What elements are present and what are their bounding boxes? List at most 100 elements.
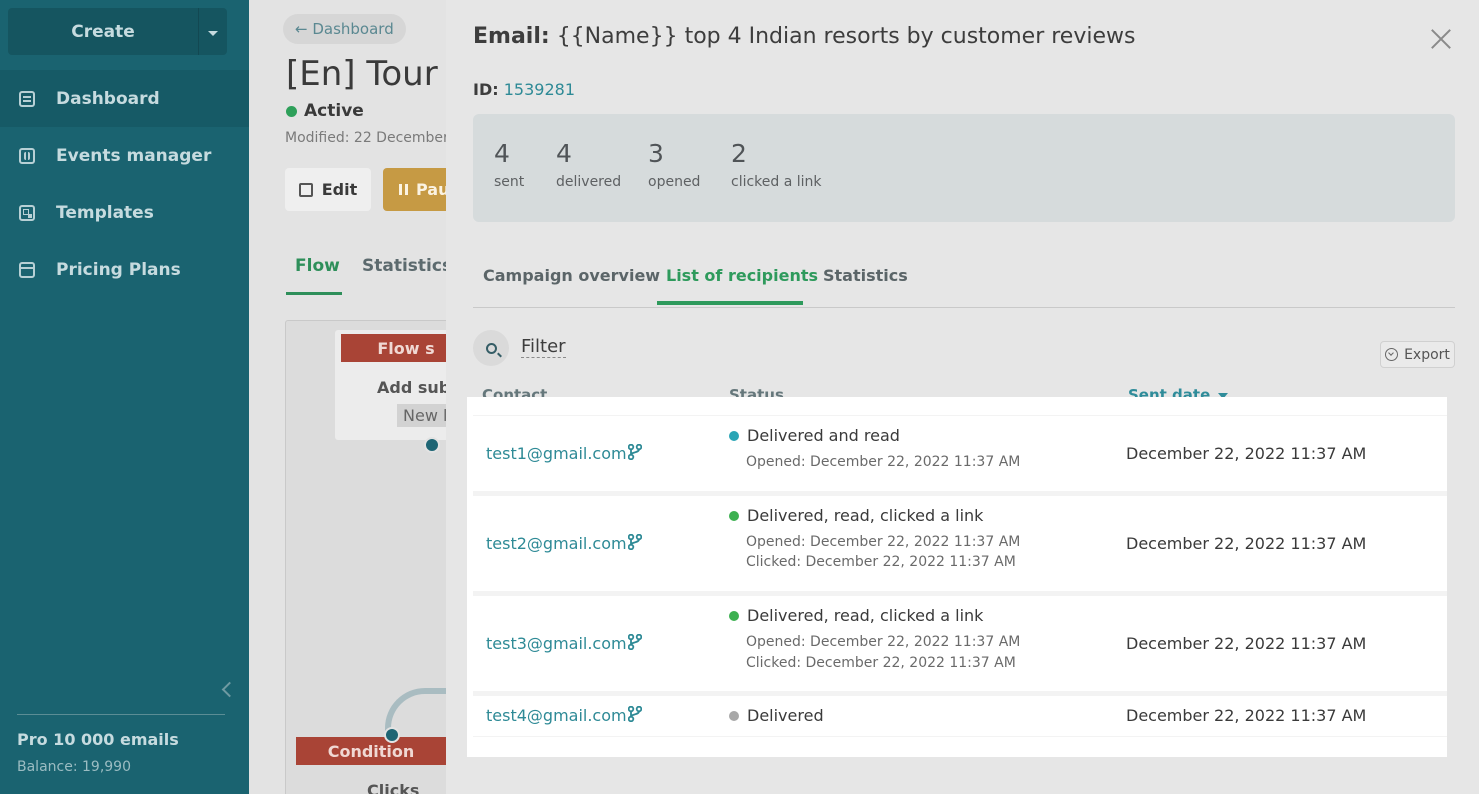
sidebar-item-events-manager[interactable]: Events manager — [0, 127, 249, 184]
stat-value: 3 — [648, 139, 664, 168]
stat-label: clicked a link — [731, 174, 822, 190]
modified-date: Modified: 22 December 2 — [285, 130, 446, 146]
branch-icon[interactable] — [628, 706, 642, 722]
modal-title-prefix: Email: — [473, 24, 550, 49]
filter-toggle[interactable]: Filter — [521, 337, 566, 358]
stat-opened: 3 opened — [648, 139, 701, 191]
clicked-date: Clicked: December 22, 2022 11:37 AM — [746, 655, 1016, 671]
status-label: Delivered, read, clicked a link — [747, 506, 984, 525]
page-title: [En] Tour — [286, 54, 438, 94]
export-button-label: Export — [1404, 346, 1450, 363]
status-label: Delivered — [747, 706, 824, 725]
collapse-sidebar-chevron-icon[interactable] — [221, 681, 238, 698]
tab-active-indicator — [657, 301, 803, 305]
modal-title: Email: {{Name}} top 4 Indian resorts by … — [473, 24, 1135, 49]
breadcrumb-back-link[interactable]: ← Dashboard — [283, 14, 406, 44]
recipient-email-link[interactable]: test3@gmail.com — [486, 634, 627, 653]
stat-value: 2 — [731, 139, 747, 168]
stat-value: 4 — [494, 139, 510, 168]
status-cell: Delivered and read — [729, 426, 900, 445]
plan-balance: Balance: 19,990 — [17, 759, 131, 775]
condition-node-header[interactable]: Condition — [296, 737, 446, 765]
sidebar-item-dashboard[interactable]: Dashboard — [0, 70, 249, 127]
opened-date: Opened: December 22, 2022 11:37 AM — [746, 534, 1021, 550]
sidebar-item-label: Dashboard — [56, 88, 160, 109]
stat-label: sent — [494, 174, 525, 190]
status-label: Active — [304, 101, 364, 121]
export-button[interactable]: Export — [1380, 341, 1455, 368]
flow-start-text: Add subs — [377, 378, 446, 397]
search-icon — [485, 342, 497, 354]
create-button-group: Create — [8, 8, 227, 55]
tab-flow[interactable]: Flow — [295, 256, 340, 276]
status-cell: Delivered, read, clicked a link — [729, 506, 983, 525]
edit-icon — [298, 182, 313, 197]
dashboard-icon — [19, 90, 35, 107]
events-icon — [19, 147, 35, 164]
pause-button-label: Pau — [416, 180, 446, 199]
background-page: ← Dashboard [En] Tour Active Modified: 2… — [249, 0, 446, 794]
sidebar-item-label: Events manager — [56, 145, 212, 166]
stat-label: opened — [648, 174, 701, 190]
sidebar-item-pricing-plans[interactable]: Pricing Plans — [0, 241, 249, 298]
download-icon — [1385, 348, 1399, 361]
branch-icon[interactable] — [628, 534, 642, 550]
tab-active-indicator — [286, 292, 342, 295]
status-dot-icon — [729, 610, 739, 621]
sent-date: December 22, 2022 11:37 AM — [1126, 534, 1367, 553]
sidebar: Create Dashboard Events manager Template… — [0, 0, 249, 794]
status-label: Delivered, read, clicked a link — [747, 606, 984, 625]
sidebar-item-templates[interactable]: Templates — [0, 184, 249, 241]
sidebar-item-label: Templates — [56, 202, 154, 223]
flow-start-header: Flow s — [341, 334, 446, 362]
wallet-icon — [19, 261, 35, 278]
create-button[interactable]: Create — [8, 8, 198, 55]
modal-title-text: {{Name}} top 4 Indian resorts by custome… — [556, 24, 1136, 49]
stat-label: delivered — [556, 174, 622, 190]
condition-node-text: Clicks — [367, 781, 420, 794]
edit-button[interactable]: Edit — [285, 168, 371, 211]
sent-date: December 22, 2022 11:37 AM — [1126, 706, 1367, 725]
status-cell: Delivered, read, clicked a link — [729, 606, 983, 625]
chevron-down-icon[interactable] — [198, 8, 227, 55]
recipient-email-link[interactable]: test2@gmail.com — [486, 534, 627, 553]
stat-value: 4 — [556, 139, 572, 168]
recipient-email-link[interactable]: test4@gmail.com — [486, 706, 627, 725]
sent-date: December 22, 2022 11:37 AM — [1126, 444, 1367, 463]
stat-delivered: 4 delivered — [556, 139, 622, 191]
campaign-id: ID: 1539281 — [473, 80, 575, 99]
branch-icon[interactable] — [628, 634, 642, 650]
close-icon[interactable] — [1430, 28, 1452, 50]
status-dot-icon — [286, 105, 297, 117]
opened-date: Opened: December 22, 2022 11:37 AM — [746, 634, 1021, 650]
status-dot-icon — [729, 430, 739, 441]
tab-campaign-overview[interactable]: Campaign overview — [483, 266, 660, 285]
tab-statistics[interactable]: Statistics — [823, 266, 908, 285]
sent-date: December 22, 2022 11:37 AM — [1126, 634, 1367, 653]
flow-start-tag: New l — [397, 404, 446, 427]
tab-list-of-recipients[interactable]: List of recipients — [666, 266, 818, 285]
node-connector[interactable] — [384, 727, 400, 743]
stat-clicked: 2 clicked a link — [731, 139, 822, 191]
node-connector[interactable] — [424, 437, 440, 453]
table-row: test1@gmail.com Delivered and read Opene… — [473, 416, 1447, 491]
campaign-id-value[interactable]: 1539281 — [504, 80, 575, 99]
table-row: test2@gmail.com Delivered, read, clicked… — [473, 496, 1447, 591]
plan-name: Pro 10 000 emails — [17, 730, 179, 749]
status-badge: Active — [286, 101, 364, 121]
table-row: test3@gmail.com Delivered, read, clicked… — [473, 596, 1447, 691]
campaign-id-label: ID: — [473, 80, 499, 99]
table-row: test4@gmail.com Delivered December 22, 2… — [473, 696, 1447, 736]
sidebar-item-label: Pricing Plans — [56, 259, 181, 280]
opened-date: Opened: December 22, 2022 11:37 AM — [746, 454, 1021, 470]
recipient-email-link[interactable]: test1@gmail.com — [486, 444, 627, 463]
status-dot-icon — [729, 710, 739, 721]
templates-icon — [19, 204, 35, 221]
status-label: Delivered and read — [747, 426, 900, 445]
stat-sent: 4 sent — [494, 139, 525, 191]
tab-statistics[interactable]: Statistics — [362, 256, 446, 276]
stats-summary: 4 sent 4 delivered 3 opened 2 clicked a … — [473, 114, 1455, 222]
pause-button[interactable]: Pau — [383, 168, 446, 211]
filter-search-button[interactable] — [473, 330, 509, 366]
branch-icon[interactable] — [628, 444, 642, 460]
